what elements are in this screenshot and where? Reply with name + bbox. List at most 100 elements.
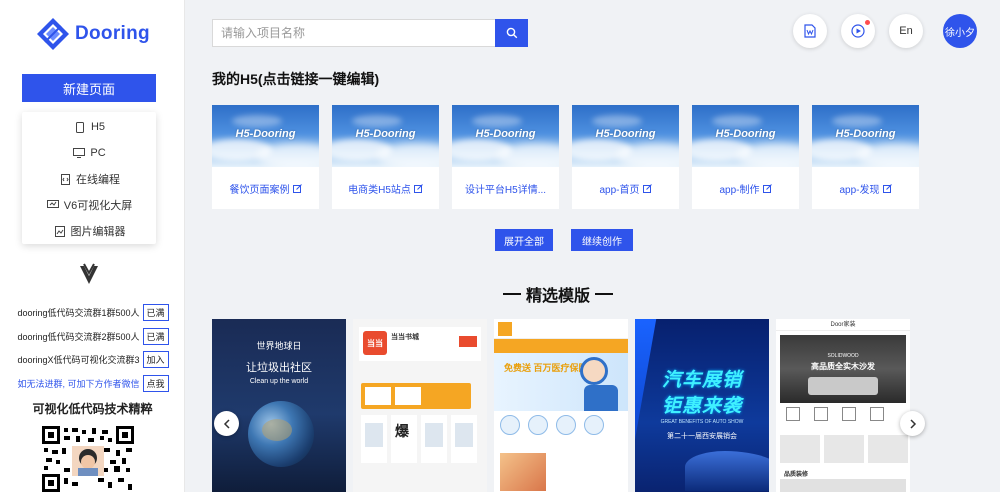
template-card-medical[interactable]: 免费送 百万医疗保险 <box>494 319 628 492</box>
project-thumbnail: H5-Dooring <box>812 105 919 167</box>
expand-all-button[interactable]: 展开全部 <box>495 229 553 251</box>
project-card[interactable]: H5-Dooring 设计平台H5详情... <box>452 105 559 209</box>
template-card-home-decor[interactable]: Door家装 SOLIDWOOD 高品质全实木沙发 品质装修 <box>776 319 910 492</box>
sofa-image <box>808 377 878 395</box>
home-category-icons <box>786 407 884 421</box>
project-name: 电商类H5站点 <box>348 184 411 196</box>
car-image <box>685 451 769 491</box>
project-name: 餐饮页面案例 <box>229 184 290 196</box>
document-icon <box>804 24 816 38</box>
new-page-menu: H5 PC 在线编程 V6可视化大屏 图片编辑器 <box>22 112 156 244</box>
document-button[interactable] <box>793 14 827 48</box>
project-card[interactable]: H5-Dooring 电商类H5站点 <box>332 105 439 209</box>
car-headline: 汽车展销 <box>661 370 742 391</box>
continue-creating-button[interactable]: 继续创作 <box>571 229 633 251</box>
user-avatar[interactable]: 徐小夕 <box>943 14 977 48</box>
book-cover <box>361 415 387 463</box>
template-card-earth-day[interactable]: 世界地球日 让垃圾出社区 Clean up the world <box>212 319 346 492</box>
project-link[interactable]: app-首页 <box>572 167 679 209</box>
project-name: app-制作 <box>719 184 760 196</box>
group-tag[interactable]: 点我 <box>142 375 169 392</box>
home-section-title: 品质装修 <box>784 472 809 478</box>
project-card-list: H5-Dooring 餐饮页面案例 H5-Dooring 电商类H5站点 H5-… <box>212 105 919 209</box>
menu-item-v6-screen[interactable]: V6可视化大屏 <box>22 192 156 218</box>
home-hero: SOLIDWOOD 高品质全实木沙发 <box>780 335 906 403</box>
group-tag[interactable]: 已满 <box>142 304 169 321</box>
medical-headline: 免费送 百万医疗保险 <box>504 363 588 373</box>
group-row-3: dooringX低代码可视化交流群3 加入 <box>4 351 182 368</box>
project-name: app-首页 <box>599 184 640 196</box>
menu-item-label: PC <box>90 147 106 159</box>
mobile-icon <box>73 121 87 133</box>
project-card[interactable]: H5-Dooring app-首页 <box>572 105 679 209</box>
car-event-name: 第二十一届西安展销会 <box>667 433 737 440</box>
earth-image <box>248 401 314 467</box>
brand-name: Dooring <box>75 23 150 44</box>
carousel-prev-button[interactable] <box>214 411 239 436</box>
group-tag[interactable]: 加入 <box>142 351 169 368</box>
edit-icon <box>413 183 423 193</box>
featured-title-text: 精选模版 <box>526 288 591 305</box>
menu-item-label: 在线编程 <box>76 174 120 186</box>
project-link[interactable]: app-发现 <box>812 167 919 209</box>
template-card-bookstore[interactable]: 当当 当当书城 <box>353 319 487 492</box>
project-name: 设计平台H5详情... <box>464 184 547 196</box>
template-text: 让垃圾出社区 <box>246 362 312 374</box>
menu-item-online-coding[interactable]: 在线编程 <box>22 166 156 192</box>
group-text: 如无法进群, 可加下方作者微信 <box>17 379 140 389</box>
chevron-right-icon <box>909 418 916 429</box>
project-search-input[interactable] <box>212 19 495 47</box>
project-card[interactable]: H5-Dooring app-制作 <box>692 105 799 209</box>
project-name: app-发现 <box>839 184 880 196</box>
template-text: 世界地球日 <box>256 341 302 351</box>
edit-icon <box>292 183 302 193</box>
desktop-icon <box>72 147 86 159</box>
bookstore-logo: 当当 <box>363 331 387 355</box>
book-cover <box>391 415 417 463</box>
group-text: dooring低代码交流群1群500人 <box>17 308 140 318</box>
dooring-logo-icon <box>37 18 69 50</box>
book-cover <box>451 415 477 463</box>
menu-item-label: 图片编辑器 <box>70 226 126 238</box>
menu-item-pc[interactable]: PC <box>22 140 156 166</box>
thumbnail-text: H5-Dooring <box>475 128 536 140</box>
menu-item-h5[interactable]: H5 <box>22 114 156 140</box>
heading-dash-right <box>595 293 614 295</box>
edit-icon <box>642 183 652 193</box>
play-icon <box>851 24 865 38</box>
language-toggle[interactable]: En <box>889 14 923 48</box>
qr-section-title: 可视化低代码技术精粹 <box>32 402 153 416</box>
chevron-left-icon <box>223 418 230 429</box>
search-bar <box>212 19 528 47</box>
project-link[interactable]: 电商类H5站点 <box>332 167 439 209</box>
project-thumbnail: H5-Dooring <box>692 105 799 167</box>
home-bottom-image <box>780 479 906 492</box>
brand-logo[interactable]: Dooring <box>35 16 150 52</box>
template-card-auto-show[interactable]: 汽车展销 钜惠来袭 GREAT BENEFITS OF AUTO SHOW 第二… <box>635 319 769 492</box>
project-link[interactable]: app-制作 <box>692 167 799 209</box>
book-cover <box>421 415 447 463</box>
heading-dash-left <box>503 293 521 295</box>
project-card[interactable]: H5-Dooring app-发现 <box>812 105 919 209</box>
code-icon <box>58 173 72 185</box>
home-topbar: Door家装 <box>776 319 910 331</box>
project-link[interactable]: 设计平台H5详情... <box>452 167 559 209</box>
medical-photo <box>500 453 546 491</box>
group-tag[interactable]: 已满 <box>142 328 169 345</box>
search-button[interactable] <box>495 19 528 47</box>
template-text: Clean up the world <box>249 378 309 385</box>
sidebar: Dooring 新建页面 H5 PC 在线编程 V6可视化大屏 图片编辑器 do… <box>0 0 185 492</box>
medical-topbar <box>494 319 628 339</box>
thumbnail-text: H5-Dooring <box>595 128 656 140</box>
menu-item-image-editor[interactable]: 图片编辑器 <box>22 218 156 244</box>
group-text: dooring低代码交流群2群500人 <box>17 332 140 342</box>
car-subtitle: GREAT BENEFITS OF AUTO SHOW <box>660 419 744 425</box>
tutorial-video-button[interactable] <box>841 14 875 48</box>
doctor-body <box>584 385 618 411</box>
project-card[interactable]: H5-Dooring 餐饮页面案例 <box>212 105 319 209</box>
carousel-next-button[interactable] <box>900 411 925 436</box>
project-thumbnail: H5-Dooring <box>332 105 439 167</box>
thumbnail-text: H5-Dooring <box>835 128 896 140</box>
project-link[interactable]: 餐饮页面案例 <box>212 167 319 209</box>
new-page-button[interactable]: 新建页面 <box>22 74 156 102</box>
